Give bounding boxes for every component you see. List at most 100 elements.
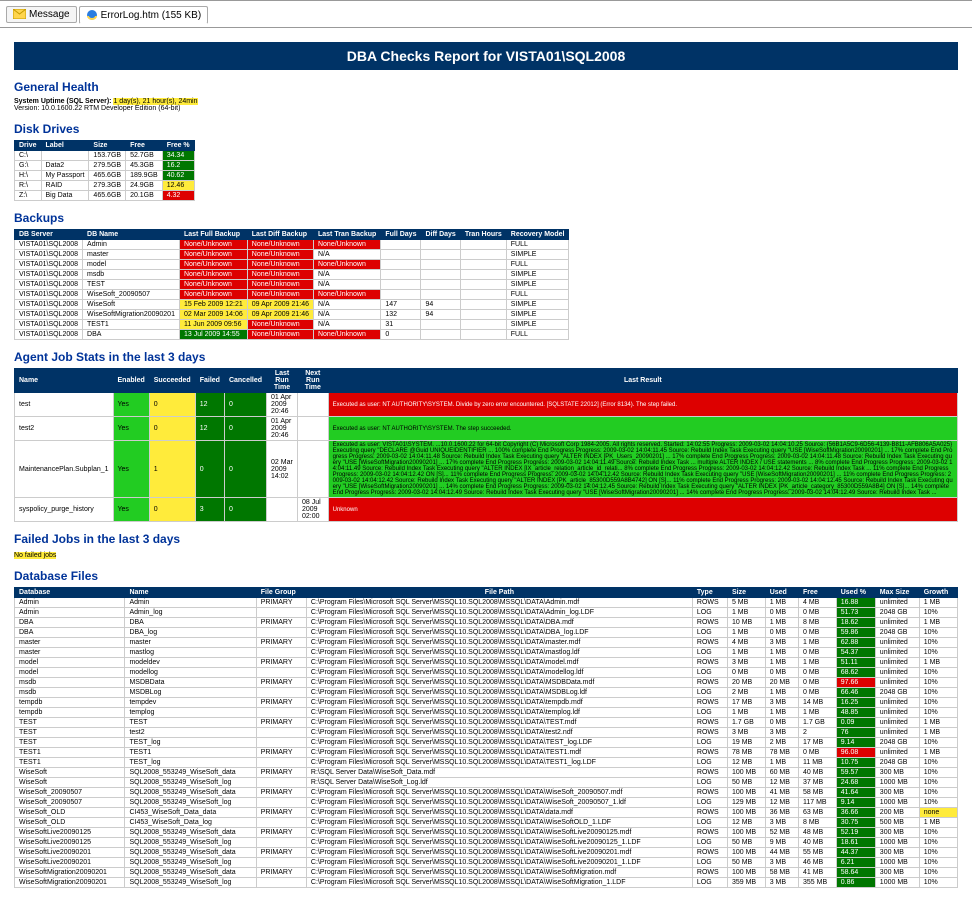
cell: PRIMARY <box>256 788 306 798</box>
cell: LOG <box>692 708 727 718</box>
cell: 3 MB <box>727 658 765 668</box>
cell: 58 MB <box>799 788 837 798</box>
cell: SQL2008_553249_WiseSoft_log <box>125 878 256 888</box>
agent-table: NameEnabledSucceededFailedCancelledLast … <box>14 368 958 522</box>
cell: PRIMARY <box>256 768 306 778</box>
cell: 36 MB <box>765 808 798 818</box>
cell: C:\Program Files\Microsoft SQL Server\MS… <box>306 738 692 748</box>
cell: Unknown <box>328 498 957 522</box>
cell: 10% <box>919 848 957 858</box>
col-header: Label <box>41 141 89 151</box>
cell: Executed as user: NT AUTHORITY\SYSTEM. D… <box>328 393 957 417</box>
cell: 1 MB <box>919 658 957 668</box>
cell: Yes <box>113 417 149 441</box>
cell: None/Unknown <box>313 330 380 340</box>
table-row: VISTA01\SQL2008TESTNone/UnknownNone/Unkn… <box>15 280 569 290</box>
cell: 9.14 <box>836 738 875 748</box>
cell: G:\ <box>15 161 42 171</box>
cell: FULL <box>506 330 569 340</box>
cell: SQL2008_553249_WiseSoft_data <box>125 868 256 878</box>
cell: 1 MB <box>919 598 957 608</box>
cell <box>381 260 421 270</box>
cell: 45.3GB <box>126 161 163 171</box>
cell: C:\Program Files\Microsoft SQL Server\MS… <box>306 628 692 638</box>
cell: 3 MB <box>765 698 798 708</box>
cell: 41.64 <box>836 788 875 798</box>
tab-file[interactable]: ErrorLog.htm (155 KB) <box>79 6 209 24</box>
cell: 16.2 <box>162 161 194 171</box>
cell: CI453_WiseSoft_Data_log <box>125 818 256 828</box>
cell: 3 MB <box>765 638 798 648</box>
cell: 200 MB <box>875 808 919 818</box>
col-header: Last Result <box>328 369 957 393</box>
cell: C:\Program Files\Microsoft SQL Server\MS… <box>306 658 692 668</box>
table-row: WiseSoftSQL2008_553249_WiseSoft_logR:\SQ… <box>15 778 958 788</box>
cell: SQL2008_553249_WiseSoft_log <box>125 778 256 788</box>
col-header: DB Name <box>83 230 180 240</box>
cell: 59.86 <box>836 628 875 638</box>
cell <box>460 300 506 310</box>
col-header: File Group <box>256 588 306 598</box>
cell: syspolicy_purge_history <box>15 498 114 522</box>
cell: ROWS <box>692 698 727 708</box>
cell: 3 MB <box>765 878 798 888</box>
table-row: VISTA01\SQL2008DBA13 Jul 2009 14:55None/… <box>15 330 569 340</box>
mail-icon <box>13 9 26 19</box>
cell: LOG <box>692 608 727 618</box>
tab-message-label: Message <box>29 9 70 20</box>
cell: 100 MB <box>727 828 765 838</box>
cell: ROWS <box>692 618 727 628</box>
cell: 48 MB <box>799 828 837 838</box>
cell: unlimited <box>875 658 919 668</box>
cell: 6.21 <box>836 858 875 868</box>
cell: 100 MB <box>727 808 765 818</box>
col-header: Growth <box>919 588 957 598</box>
cell: PRIMARY <box>256 618 306 628</box>
cell: 12.46 <box>162 181 194 191</box>
cell: TEST1 <box>83 320 180 330</box>
cell <box>421 290 460 300</box>
cell: 20 MB <box>727 678 765 688</box>
cell: 34.34 <box>162 151 194 161</box>
col-header: Last Full Backup <box>179 230 247 240</box>
cell: TEST <box>125 718 256 728</box>
section-general: General Health <box>14 80 958 94</box>
table-row: WiseSoftLive20090201SQL2008_553249_WiseS… <box>15 858 958 868</box>
cell: ROWS <box>692 868 727 878</box>
table-row: msdbMSDBDataPRIMARYC:\Program Files\Micr… <box>15 678 958 688</box>
cell <box>256 858 306 868</box>
table-row: VISTA01\SQL2008modelNone/UnknownNone/Unk… <box>15 260 569 270</box>
cell: SIMPLE <box>506 250 569 260</box>
cell <box>421 280 460 290</box>
cell: 1000 MB <box>875 858 919 868</box>
cell: Admin <box>15 608 125 618</box>
cell: 2048 GB <box>875 688 919 698</box>
cell <box>421 320 460 330</box>
table-row: WiseSoftMigration20090201SQL2008_553249_… <box>15 868 958 878</box>
cell: VISTA01\SQL2008 <box>15 300 83 310</box>
drives-table: DriveLabelSizeFreeFree % C:\153.7GB52.7G… <box>14 140 195 201</box>
cell: SQL2008_553249_WiseSoft_log <box>125 798 256 808</box>
cell: PRIMARY <box>256 658 306 668</box>
cell: PRIMARY <box>256 848 306 858</box>
cell: N/A <box>313 280 380 290</box>
cell: 11 MB <box>799 758 837 768</box>
cell: unlimited <box>875 648 919 658</box>
tab-message[interactable]: Message <box>6 6 77 23</box>
table-row: WiseSoft_20090507SQL2008_553249_WiseSoft… <box>15 788 958 798</box>
cell: WiseSoftMigration20090201 <box>15 868 125 878</box>
table-row: msdbMSDBLogC:\Program Files\Microsoft SQ… <box>15 688 958 698</box>
cell: C:\Program Files\Microsoft SQL Server\MS… <box>306 718 692 728</box>
cell: 94 <box>421 300 460 310</box>
cell: DBA_log <box>125 628 256 638</box>
cell <box>460 290 506 300</box>
cell: 1 MB <box>799 708 837 718</box>
cell: None/Unknown <box>179 290 247 300</box>
cell: 4.32 <box>162 191 194 201</box>
cell: 02 Mar 2009 14:06 <box>179 310 247 320</box>
cell: master <box>15 638 125 648</box>
cell: test2 <box>125 728 256 738</box>
cell: VISTA01\SQL2008 <box>15 270 83 280</box>
cell: None/Unknown <box>179 260 247 270</box>
cell: modeldev <box>125 658 256 668</box>
